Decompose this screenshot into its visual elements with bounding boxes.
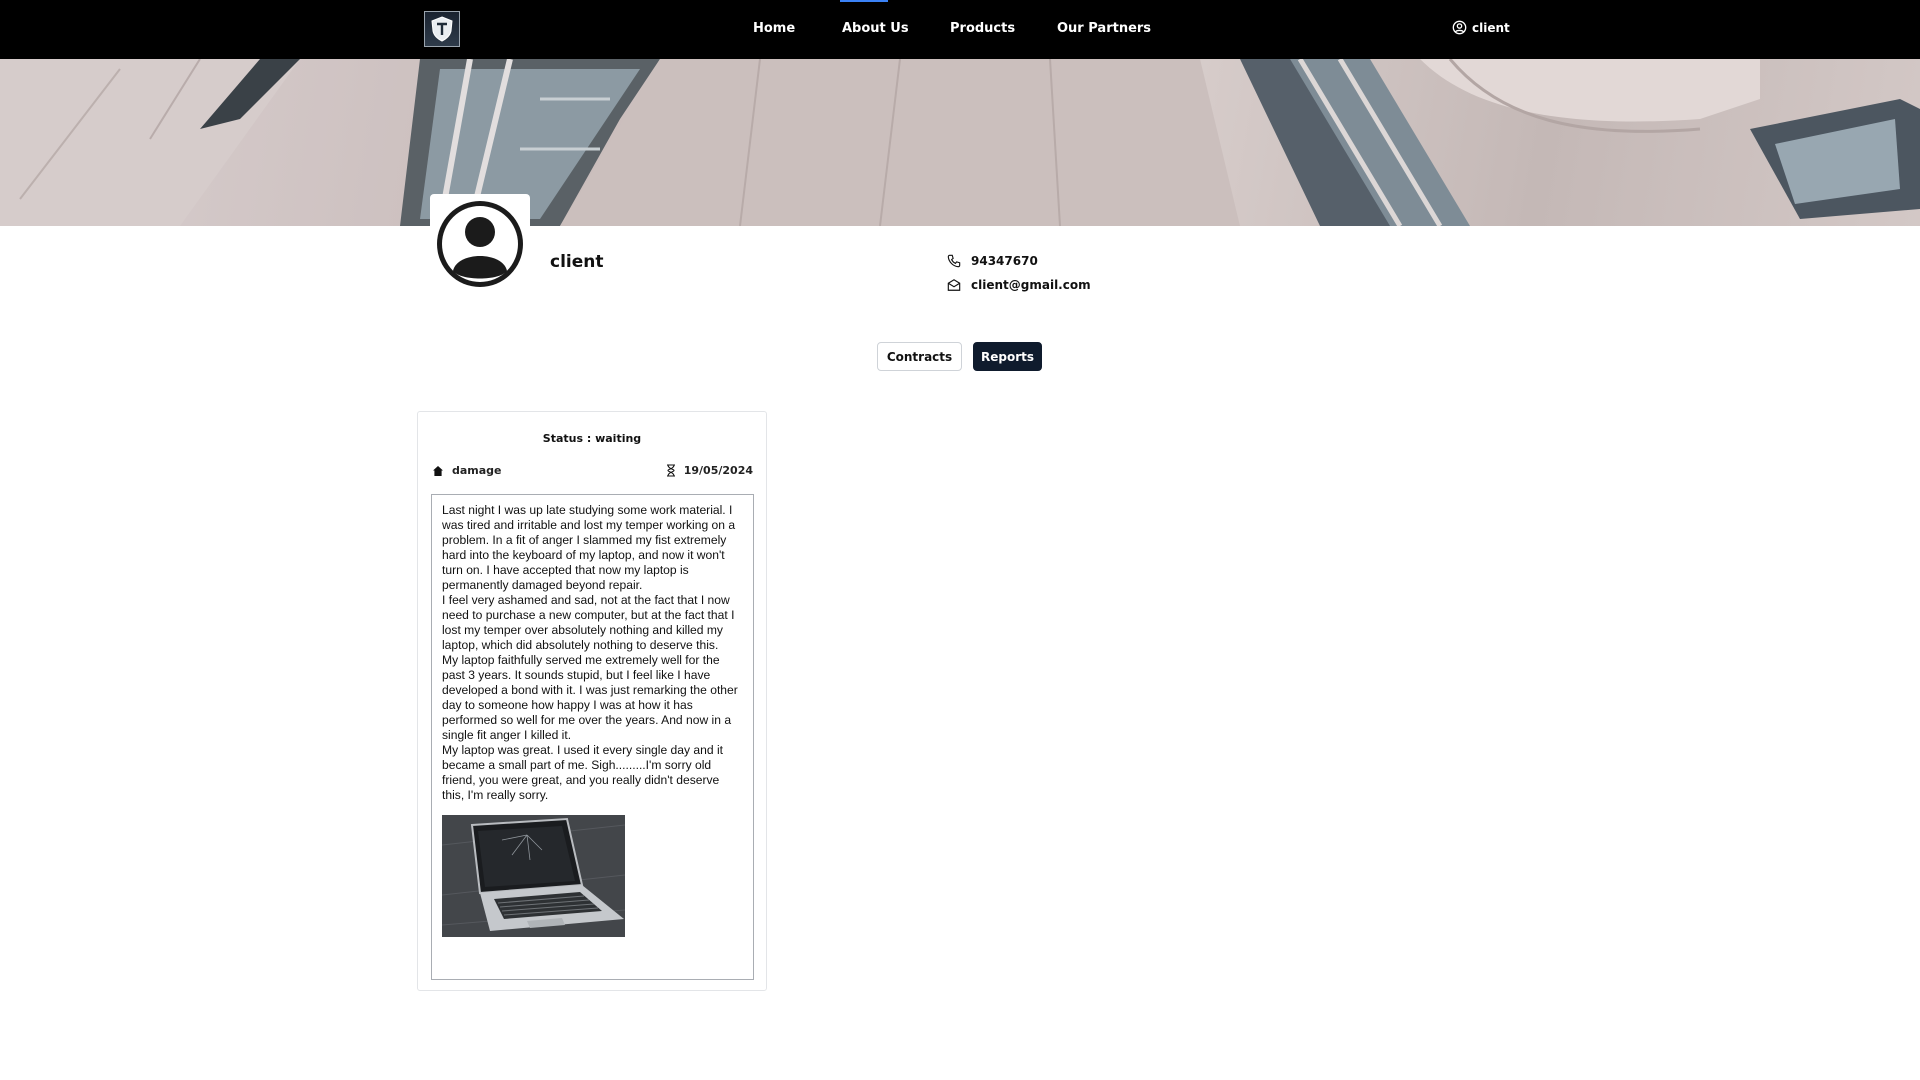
report-paragraph: My laptop faithfully served me extremely…	[442, 653, 738, 742]
report-type-label: damage	[452, 464, 502, 477]
report-type: damage	[432, 464, 502, 477]
tab-contracts[interactable]: Contracts	[877, 342, 962, 371]
email-address: client@gmail.com	[971, 278, 1091, 292]
report-description: Last night I was up late studying some w…	[442, 503, 744, 803]
user-menu-label: client	[1472, 20, 1510, 35]
nav-about-link[interactable]: About Us	[842, 21, 909, 36]
report-status: Status : waiting	[542, 432, 642, 445]
phone-row: 94347670	[947, 254, 1038, 268]
avatar	[430, 194, 530, 294]
report-paragraph: Last night I was up late studying some w…	[442, 503, 736, 592]
report-date-label: 19/05/2024	[683, 464, 753, 477]
email-row: client@gmail.com	[947, 278, 1091, 292]
nav-partners-link[interactable]: Our Partners	[1057, 21, 1151, 36]
nav-home-link[interactable]: Home	[753, 21, 795, 36]
user-circle-icon	[1452, 20, 1467, 35]
profile-banner-image	[0, 59, 1920, 226]
profile-name: client	[550, 252, 604, 272]
report-paragraph: My laptop was great. I used it every sin…	[442, 743, 723, 802]
nav-active-indicator	[840, 0, 888, 2]
tab-reports[interactable]: Reports	[973, 342, 1042, 371]
envelope-icon	[947, 279, 961, 291]
top-navbar: Home About Us Products Our Partners clie…	[0, 0, 1920, 59]
nav-products-link[interactable]: Products	[950, 21, 1015, 36]
report-description-box: Last night I was up late studying some w…	[431, 494, 754, 980]
nav-links: Home About Us Products Our Partners	[0, 0, 1920, 59]
home-icon	[433, 465, 443, 476]
report-card: Status : waiting damage 19/05/2024 Last …	[417, 411, 767, 991]
damaged-laptop-photo[interactable]	[442, 815, 625, 937]
report-date: 19/05/2024	[666, 464, 753, 477]
hourglass-icon	[666, 464, 675, 477]
default-user-avatar-icon	[437, 201, 523, 287]
phone-icon	[947, 254, 961, 268]
user-menu[interactable]: client	[1452, 20, 1510, 35]
phone-number: 94347670	[971, 254, 1038, 268]
report-paragraph: I feel very ashamed and sad, not at the …	[442, 593, 735, 652]
